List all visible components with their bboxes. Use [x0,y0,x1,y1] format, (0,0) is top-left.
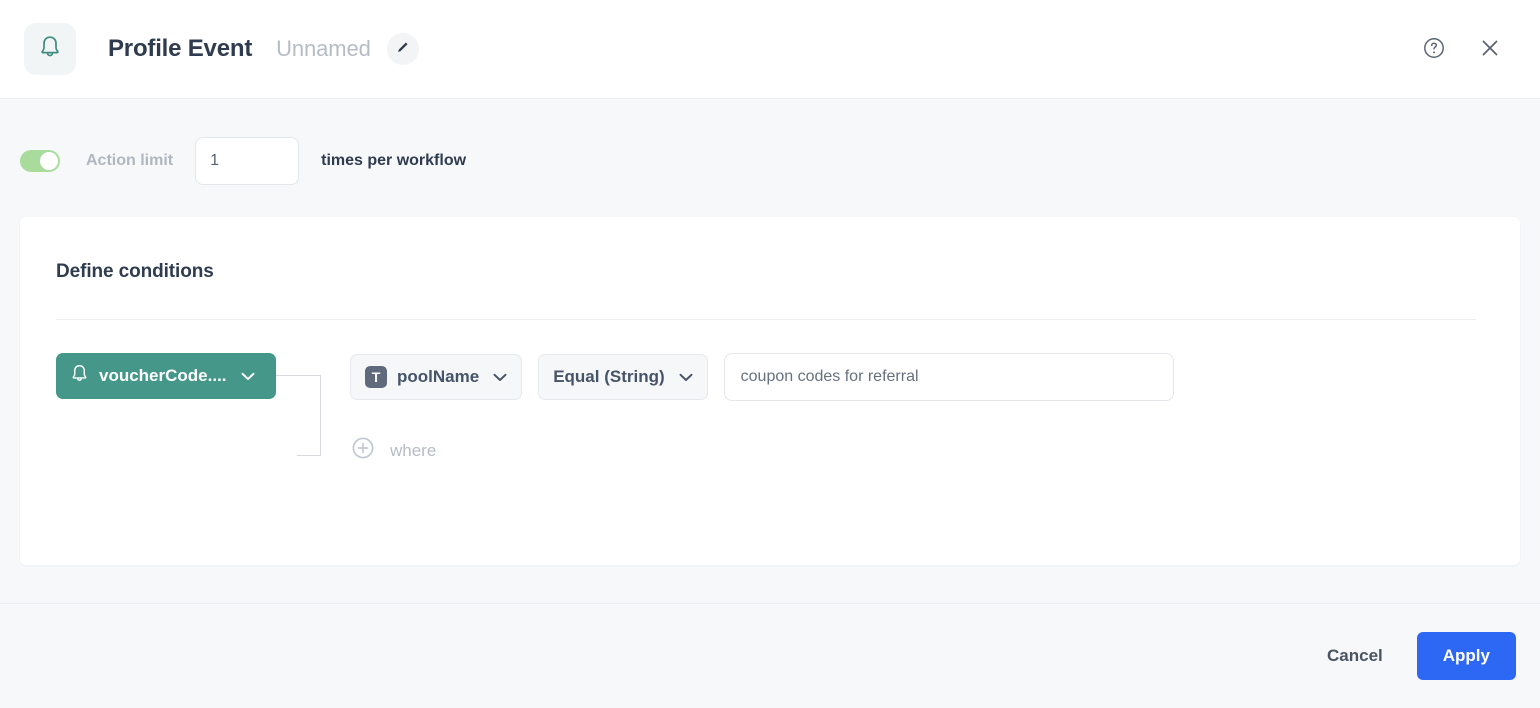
operator-select[interactable]: Equal (String) [538,354,707,400]
bell-icon [70,363,89,389]
connector-vertical-line [320,375,321,455]
action-limit-suffix: times per workflow [321,152,466,170]
event-selector-label: voucherCode.... [99,366,227,386]
condition-fields: T poolName Equal (String) [350,353,1520,466]
action-limit-row: Action limit times per workflow [0,99,1540,187]
help-circle-icon [1422,36,1446,63]
toggle-knob [40,152,58,170]
connector-bottom-branch [297,455,321,456]
edit-name-button[interactable] [387,33,419,65]
action-limit-toggle[interactable] [20,150,60,172]
apply-button[interactable]: Apply [1417,632,1516,680]
page-subtitle: Unnamed [276,36,371,62]
plus-circle-icon [350,435,376,466]
text-type-icon: T [365,366,387,388]
add-condition-button[interactable]: where [350,435,436,466]
header-actions [1420,35,1504,63]
condition-group: voucherCode.... [56,320,1520,473]
modal-header: Profile Event Unnamed [0,0,1540,99]
modal-body: Action limit times per workflow Define c… [0,99,1540,603]
header-title-group: Profile Event Unnamed [108,33,419,65]
condition-value-input[interactable] [724,353,1174,401]
connector-top-branch [276,375,320,376]
add-condition-label: where [390,441,436,461]
condition-field-row: T poolName Equal (String) [350,353,1520,401]
profile-event-modal: Profile Event Unnamed [0,0,1540,708]
chevron-down-icon [679,373,693,382]
help-button[interactable] [1420,35,1448,63]
cancel-button[interactable]: Cancel [1301,632,1409,680]
define-conditions-card: Define conditions voucherCode.... [20,217,1520,565]
property-select-label: poolName [397,367,479,387]
modal-footer: Cancel Apply [0,603,1540,708]
close-icon [1477,35,1503,64]
action-limit-label: Action limit [86,152,173,170]
bell-icon [38,34,62,65]
chevron-down-icon [493,373,507,382]
event-selector-pill[interactable]: voucherCode.... [56,353,276,399]
condition-tree-connector [276,353,350,473]
conditions-area: voucherCode.... [20,320,1520,473]
pencil-icon [395,40,410,58]
property-select[interactable]: T poolName [350,354,522,400]
define-conditions-title: Define conditions [20,217,1520,283]
page-title: Profile Event [108,35,252,63]
close-button[interactable] [1476,35,1504,63]
operator-select-label: Equal (String) [553,367,664,387]
action-limit-input[interactable] [195,137,299,185]
event-type-badge [24,23,76,75]
chevron-down-icon [241,372,255,381]
